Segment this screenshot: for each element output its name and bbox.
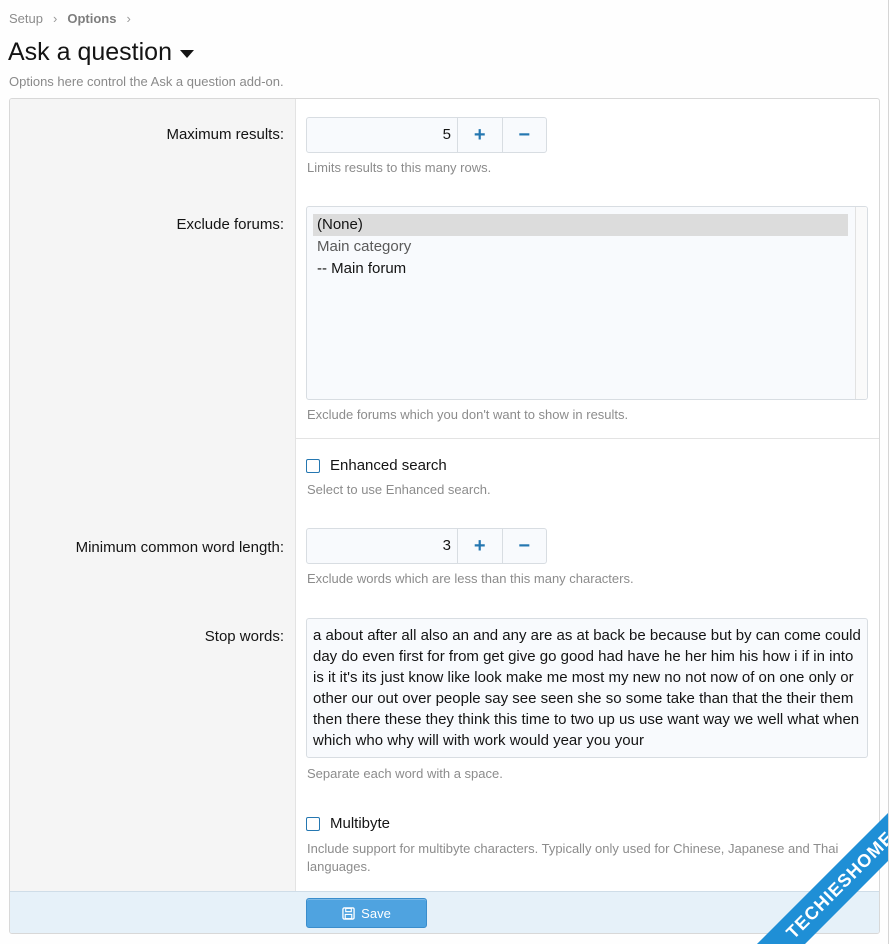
min-word-length-input[interactable]: 3 [307,529,457,563]
min-word-length-decrement-button[interactable]: − [501,529,547,563]
min-word-length-label: Minimum common word length: [75,539,284,556]
max-results-label: Maximum results: [166,126,284,143]
multibyte-label: Multibyte [330,815,391,832]
breadcrumb-setup[interactable]: Setup [9,11,43,26]
stop-words-textarea[interactable]: a about after all also an and any are as… [306,618,868,758]
chevron-right-icon: › [126,11,131,26]
plus-icon: + [473,534,486,557]
save-icon [342,906,355,920]
form-footer: Save [10,891,879,933]
select-scrollbar[interactable] [855,207,867,399]
multibyte-checkbox[interactable] [306,816,320,831]
enhanced-search-hint: Select to use Enhanced search. [307,482,491,497]
forum-option-main-forum[interactable]: -- Main forum [313,258,848,280]
max-results-decrement-button[interactable]: − [501,118,547,152]
minus-icon: − [518,123,531,146]
enhanced-search-label: Enhanced search [330,457,447,474]
stop-words-label: Stop words: [204,628,284,645]
page: Setup › Options › Ask a question Options… [0,0,889,944]
breadcrumb-options[interactable]: Options [67,11,116,26]
multibyte-hint-line1: Include support for multibyte characters… [307,841,839,856]
multibyte-hint-line2: languages. [307,859,371,874]
min-word-length-hint: Exclude words which are less than this m… [307,571,634,586]
max-results-stepper: 5 + − [306,117,547,153]
options-form: Maximum results: 5 + − Limits results to… [9,98,880,934]
breadcrumb: Setup › Options › [9,11,131,26]
enhanced-search-checkbox[interactable] [306,458,320,473]
forum-option-main-category[interactable]: Main category [313,236,848,258]
multibyte-row[interactable]: Multibyte [306,815,390,832]
page-title-row[interactable]: Ask a question [8,37,194,67]
min-word-length-stepper: 3 + − [306,528,547,564]
max-results-input[interactable]: 5 [307,118,457,152]
caret-down-icon[interactable] [180,49,194,58]
page-description: Options here control the Ask a question … [9,74,284,89]
save-button-label: Save [361,905,391,921]
forum-option-none[interactable]: (None) [313,214,848,236]
max-results-hint: Limits results to this many rows. [307,160,492,175]
plus-icon: + [473,123,486,146]
chevron-right-icon: › [52,11,58,26]
exclude-forums-select[interactable]: (None) Main category -- Main forum [306,206,868,400]
min-word-length-increment-button[interactable]: + [457,529,502,563]
exclude-forums-hint: Exclude forums which you don't want to s… [307,407,629,422]
max-results-increment-button[interactable]: + [457,118,502,152]
enhanced-search-row[interactable]: Enhanced search [306,457,447,474]
stop-words-hint: Separate each word with a space. [307,766,503,781]
minus-icon: − [518,534,531,557]
exclude-forums-label: Exclude forums: [176,216,284,233]
save-button[interactable]: Save [306,898,427,928]
page-title: Ask a question [8,38,172,66]
section-divider [296,438,879,439]
